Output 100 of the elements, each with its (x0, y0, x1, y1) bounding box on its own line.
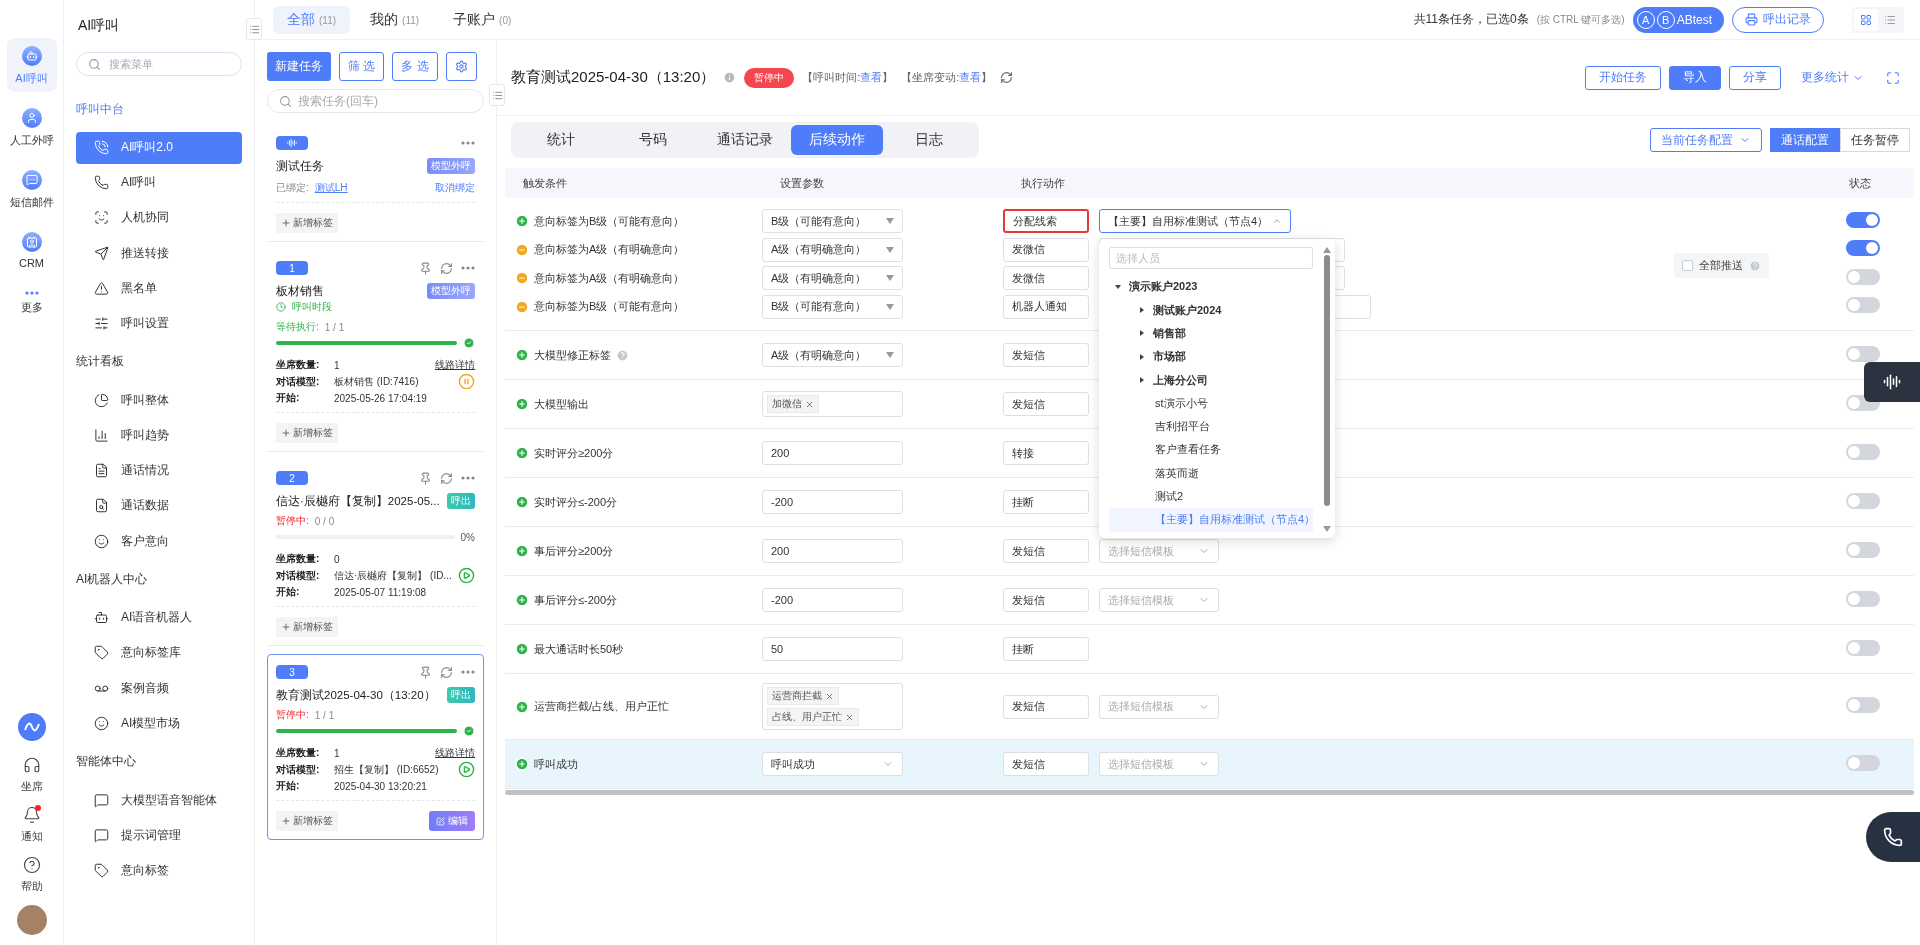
input-field[interactable]: -200 (762, 588, 903, 612)
tag-select-field[interactable]: 加微信 (762, 391, 903, 417)
refresh-icon[interactable] (440, 261, 453, 275)
select-field[interactable]: A级（有明确意向） (762, 266, 903, 291)
play-icon[interactable] (458, 567, 475, 584)
toggle-switch[interactable] (1846, 697, 1880, 713)
multi-select-button[interactable]: 多 选 (392, 52, 438, 81)
select-field[interactable]: 发微信 (1003, 237, 1089, 262)
bound-account-link[interactable]: 测试LH (314, 181, 348, 195)
refresh-icon[interactable] (1000, 71, 1014, 84)
menu-item[interactable]: 意向标签库 (76, 637, 242, 669)
more-icon[interactable] (461, 266, 475, 270)
tab[interactable]: 后续动作 (791, 125, 883, 155)
tree-item[interactable]: 测试2 (1109, 484, 1313, 509)
rail-button[interactable]: 帮助 (14, 855, 49, 895)
toggle-switch[interactable] (1846, 240, 1880, 257)
task-card[interactable]: 1 板材销售 模型外呼 呼叫时段 等待执行: 1 / 1 坐席数量: 1 线路详情 对话模型: 板材销售 (ID:7416) 开始: 2025-05-26 17:04:19 新增标签 (267, 250, 484, 452)
view-link[interactable]: 查看 (860, 71, 883, 83)
new-task-button[interactable]: 新建任务 (267, 52, 331, 81)
menu-item[interactable]: 通话情况 (76, 454, 242, 487)
tree-item[interactable]: 吉利招平台 (1109, 415, 1313, 439)
menu-item[interactable]: AI语音机器人 (76, 601, 242, 634)
config-tab[interactable]: 通话配置 (1770, 128, 1840, 152)
select-field[interactable]: 发短信 (1003, 588, 1089, 612)
menu-item[interactable]: 意向标签 (76, 854, 242, 887)
line-details-link[interactable]: 线路详情 (435, 358, 475, 372)
tree-item[interactable]: 落英而逝 (1109, 461, 1313, 485)
tree-item[interactable]: 客户查看任务 (1109, 438, 1313, 462)
settings-button[interactable] (445, 52, 477, 81)
menu-item[interactable]: 案例音频 (76, 672, 242, 705)
task-tab[interactable]: 我的 (11) (356, 5, 434, 34)
toggle-switch[interactable] (1846, 590, 1880, 607)
refresh-icon[interactable] (440, 471, 453, 485)
tab[interactable]: 号码 (607, 125, 699, 155)
remove-icon[interactable] (825, 691, 834, 701)
search-field[interactable]: 选择人员 (1109, 247, 1313, 270)
toggle-switch[interactable] (1846, 297, 1880, 314)
task-tab[interactable]: 全部 (11) (273, 5, 351, 34)
scrollbar[interactable] (1323, 247, 1331, 532)
select-field[interactable]: 发短信 (1003, 539, 1089, 563)
call-records-button[interactable]: 呼出记录 (1732, 6, 1824, 33)
line-details-link[interactable]: 线路详情 (435, 746, 475, 760)
add-icon[interactable] (515, 642, 529, 656)
add-tag-button[interactable]: 新增标签 (276, 811, 338, 831)
task-tab[interactable]: 子账户 (0) (439, 5, 526, 34)
select-field[interactable]: 发短信 (1003, 343, 1089, 367)
tree-item[interactable]: 销售部 (1109, 321, 1313, 346)
add-icon[interactable] (515, 446, 529, 460)
tree-item[interactable]: 上海分公司 (1109, 368, 1313, 392)
select-field[interactable]: 发短信 (1003, 694, 1089, 719)
select-field[interactable]: 机器人通知 (1003, 294, 1089, 319)
fullscreen-icon[interactable] (1886, 70, 1900, 85)
more-icon[interactable] (461, 141, 475, 145)
view-link[interactable]: 查看 (959, 71, 982, 83)
menu-item[interactable]: 客户意向 (76, 525, 242, 558)
tree-item[interactable]: 【主要】自用标准测试（节点4） (1109, 508, 1313, 532)
select-field[interactable]: 呼叫成功 (762, 752, 903, 776)
select-field[interactable]: 挂断 (1003, 490, 1089, 514)
select-field[interactable]: 挂断 (1003, 637, 1089, 661)
refresh-icon[interactable] (440, 665, 453, 679)
rail-item[interactable]: 人工外呼 (6, 100, 57, 154)
pin-icon[interactable] (419, 471, 432, 485)
add-icon[interactable] (515, 544, 529, 558)
menu-item[interactable]: 呼叫设置 (76, 307, 242, 340)
search-field[interactable]: 搜索任务(回车) (267, 89, 484, 113)
more-stats-button[interactable]: 更多统计 (1795, 68, 1870, 87)
select-field[interactable]: 转接 (1003, 441, 1089, 465)
add-tag-button[interactable]: 新增标签 (276, 617, 338, 637)
unbind-link[interactable]: 取消绑定 (435, 181, 475, 195)
action-button[interactable]: 导入 (1669, 65, 1721, 90)
select-field[interactable]: 发微信 (1003, 266, 1089, 291)
tree-item[interactable]: 测试账户2024 (1109, 298, 1313, 322)
tab[interactable]: 统计 (515, 125, 607, 155)
pin-icon[interactable] (419, 665, 432, 679)
rail-item[interactable]: 短信邮件 (6, 162, 57, 216)
menu-item[interactable]: 提示词管理 (76, 819, 242, 852)
add-icon[interactable] (515, 699, 529, 714)
add-icon[interactable] (515, 348, 529, 362)
config-tab[interactable]: 任务暂停 (1840, 128, 1910, 152)
rail-item[interactable]: AI呼叫 (6, 38, 57, 92)
select-field[interactable]: 发短信 (1003, 752, 1089, 776)
select-field[interactable]: 发短信 (1003, 392, 1089, 416)
more-icon[interactable] (23, 291, 40, 295)
remove-icon[interactable] (515, 271, 529, 286)
toggle-switch[interactable] (1846, 345, 1880, 362)
tab[interactable]: 日志 (883, 125, 975, 155)
filter-button[interactable]: 筛 选 (339, 52, 385, 81)
tag-select-field[interactable]: 运营商拦截 占线、用户正忙 (762, 683, 903, 730)
remove-icon[interactable] (515, 242, 529, 257)
abtest-button[interactable]: A B ABtest (1632, 6, 1724, 33)
action-button[interactable]: 开始任务 (1585, 65, 1661, 90)
checkbox[interactable] (1682, 260, 1693, 271)
pause-icon[interactable] (458, 373, 475, 390)
add-icon[interactable] (515, 214, 529, 229)
select-field[interactable]: A级（有明确意向） (762, 343, 903, 367)
add-tag-button[interactable]: 新增标签 (276, 213, 338, 233)
toggle-switch[interactable] (1846, 211, 1880, 228)
select-field[interactable]: B级（可能有意向） (762, 209, 903, 234)
more-icon[interactable] (461, 670, 475, 674)
tree-item[interactable]: st演示小号 (1109, 391, 1313, 416)
